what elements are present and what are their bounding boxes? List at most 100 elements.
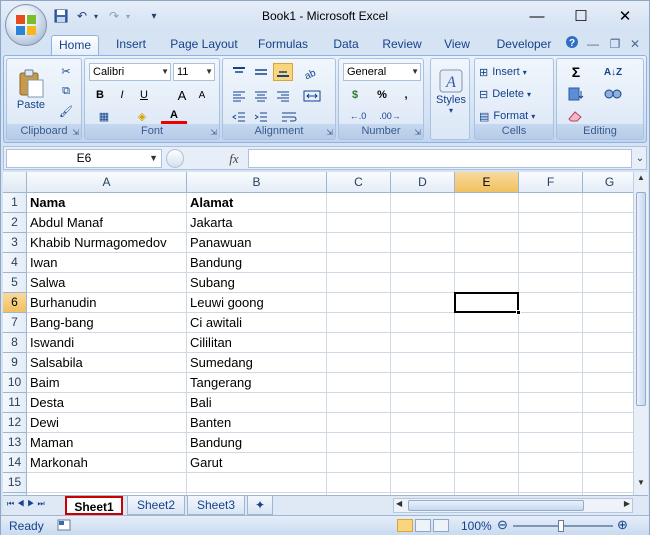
cell-a11[interactable]: Desta — [27, 393, 187, 413]
tab-developer[interactable]: Developer — [491, 35, 557, 55]
row-header-6[interactable]: 6 — [3, 293, 27, 313]
align-left-icon[interactable] — [229, 87, 249, 105]
cell-b5[interactable]: Subang — [187, 273, 327, 293]
align-right-icon[interactable] — [273, 87, 293, 105]
cell-c2[interactable] — [327, 213, 391, 233]
scroll-up-icon[interactable]: ▲ — [635, 173, 647, 187]
cell-b13[interactable]: Bandung — [187, 433, 327, 453]
cell-a7[interactable]: Bang-bang — [27, 313, 187, 333]
cell-c11[interactable] — [327, 393, 391, 413]
cell-e6[interactable] — [455, 293, 519, 313]
text-orientation-icon[interactable]: ab — [299, 63, 325, 81]
sort-filter-icon[interactable]: A↓Z — [593, 63, 633, 81]
column-header-c[interactable]: C — [327, 172, 391, 193]
ribbon-minimize-icon[interactable]: — — [585, 35, 601, 55]
cell-f10[interactable] — [519, 373, 583, 393]
worksheet-grid[interactable]: A B C D E F G 1 Nama Alamat 2 Abdul Manaf Jakarta 3 Kh… — [3, 172, 633, 495]
name-box[interactable]: E6 ▼ — [6, 149, 162, 168]
font-name-combo[interactable]: Calibri ▼ — [89, 63, 171, 81]
cell-c14[interactable] — [327, 453, 391, 473]
delete-cells-button[interactable]: ⊟ Delete ▾ — [479, 85, 551, 103]
cell-c7[interactable] — [327, 313, 391, 333]
cell-d9[interactable] — [391, 353, 455, 373]
cell-d1[interactable] — [391, 193, 455, 213]
insert-function-button[interactable]: fx — [224, 149, 244, 168]
cell-g9[interactable] — [583, 353, 633, 373]
paste-button[interactable]: Paste — [13, 63, 49, 117]
decrease-indent-icon[interactable] — [229, 109, 249, 125]
cell-a2[interactable]: Abdul Manaf — [27, 213, 187, 233]
cell-f11[interactable] — [519, 393, 583, 413]
cell-g13[interactable] — [583, 433, 633, 453]
cell-b2[interactable]: Jakarta — [187, 213, 327, 233]
increase-indent-icon[interactable] — [251, 109, 271, 125]
tab-view[interactable]: View — [439, 35, 475, 55]
cell-d12[interactable] — [391, 413, 455, 433]
cell-d4[interactable] — [391, 253, 455, 273]
cell-a14[interactable]: Markonah — [27, 453, 187, 473]
page-break-view-icon[interactable] — [433, 519, 449, 532]
cell-f9[interactable] — [519, 353, 583, 373]
column-header-g[interactable]: G — [583, 172, 633, 193]
scroll-down-icon[interactable]: ▼ — [635, 478, 647, 492]
zoom-in-icon[interactable]: ⊕ — [617, 517, 628, 533]
fill-color-icon[interactable]: ◈ — [129, 108, 155, 124]
clear-icon[interactable] — [561, 107, 591, 125]
cell-a1[interactable]: Nama — [27, 193, 187, 213]
cell-g4[interactable] — [583, 253, 633, 273]
cell-a5[interactable]: Salwa — [27, 273, 187, 293]
column-header-b[interactable]: B — [187, 172, 327, 193]
cell-g10[interactable] — [583, 373, 633, 393]
format-painter-icon[interactable]: 🖌 — [55, 103, 77, 120]
cell-e14[interactable] — [455, 453, 519, 473]
cell-a3[interactable]: Khabib Nurmagomedov — [27, 233, 187, 253]
minimize-button[interactable]: — — [517, 4, 557, 28]
expand-formula-bar-icon[interactable]: ⌄ — [634, 149, 646, 168]
copy-icon[interactable]: ⧉ — [55, 83, 77, 100]
cell-b12[interactable]: Banten — [187, 413, 327, 433]
cell-f15[interactable] — [519, 473, 583, 493]
cell-b10[interactable]: Tangerang — [187, 373, 327, 393]
font-launcher-icon[interactable]: ⇲ — [210, 128, 217, 137]
cell-g7[interactable] — [583, 313, 633, 333]
cell-f6[interactable] — [519, 293, 583, 313]
cell-d7[interactable] — [391, 313, 455, 333]
cell-e1[interactable] — [455, 193, 519, 213]
wrap-text-icon[interactable] — [277, 109, 303, 125]
styles-button[interactable]: A Styles ▾ — [433, 63, 469, 119]
cell-c8[interactable] — [327, 333, 391, 353]
clipboard-launcher-icon[interactable]: ⇲ — [72, 128, 79, 137]
column-header-a[interactable]: A — [27, 172, 187, 193]
cell-g5[interactable] — [583, 273, 633, 293]
cell-d14[interactable] — [391, 453, 455, 473]
grow-font-button[interactable]: A — [173, 86, 191, 104]
cell-d6[interactable] — [391, 293, 455, 313]
cell-f2[interactable] — [519, 213, 583, 233]
cell-g14[interactable] — [583, 453, 633, 473]
cell-f7[interactable] — [519, 313, 583, 333]
row-header-5[interactable]: 5 — [3, 273, 27, 293]
maximize-button[interactable]: ☐ — [561, 4, 601, 28]
cell-b8[interactable]: Cililitan — [187, 333, 327, 353]
cell-f1[interactable] — [519, 193, 583, 213]
select-all-corner[interactable] — [3, 172, 27, 193]
cell-e10[interactable] — [455, 373, 519, 393]
cell-f13[interactable] — [519, 433, 583, 453]
decrease-decimal-icon[interactable]: .00→ — [375, 108, 405, 124]
row-header-2[interactable]: 2 — [3, 213, 27, 233]
row-header-1[interactable]: 1 — [3, 193, 27, 213]
cell-a12[interactable]: Dewi — [27, 413, 187, 433]
cell-b4[interactable]: Bandung — [187, 253, 327, 273]
tab-page-layout[interactable]: Page Layout — [167, 35, 241, 55]
tab-insert[interactable]: Insert — [107, 35, 155, 55]
sheet-nav-icon[interactable]: ⏮◀▶⏭ — [7, 499, 61, 509]
formula-bar-expander-icon[interactable] — [166, 149, 184, 168]
autosum-icon[interactable]: Σ — [561, 63, 591, 81]
horizontal-scrollbar[interactable]: ◀ ▶ — [393, 498, 633, 513]
tab-home[interactable]: Home — [51, 35, 99, 55]
underline-button[interactable]: U — [135, 86, 153, 104]
format-cells-button[interactable]: ▤ Format ▾ — [479, 107, 551, 125]
currency-icon[interactable]: $ — [343, 86, 367, 104]
column-header-f[interactable]: F — [519, 172, 583, 193]
merge-center-icon[interactable] — [299, 87, 325, 105]
